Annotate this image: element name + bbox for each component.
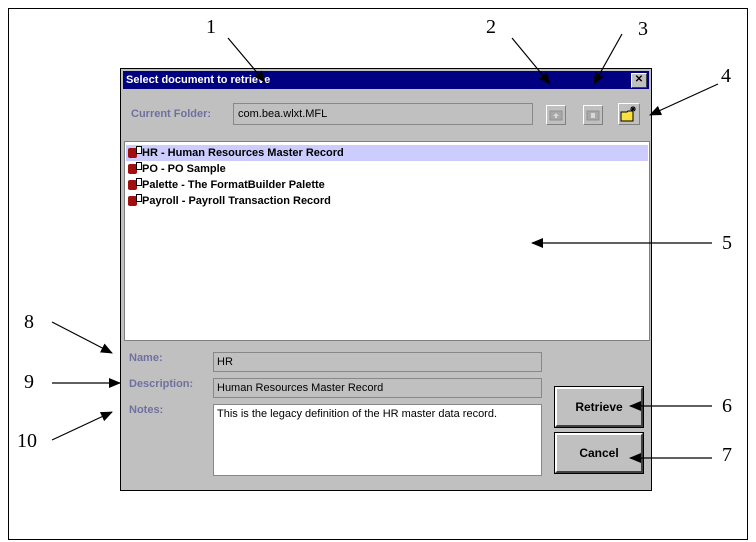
callout-5: 5 <box>722 232 732 254</box>
callout-3: 3 <box>638 18 648 40</box>
callout-7: 7 <box>722 444 732 466</box>
callout-9: 9 <box>24 371 34 393</box>
callout-2: 2 <box>486 16 496 38</box>
callout-arrows <box>51 33 719 463</box>
callout-1: 1 <box>206 16 216 38</box>
callout-8: 8 <box>24 311 34 333</box>
callout-4: 4 <box>721 65 731 87</box>
callout-10: 10 <box>17 430 37 452</box>
callout-6: 6 <box>722 395 732 417</box>
